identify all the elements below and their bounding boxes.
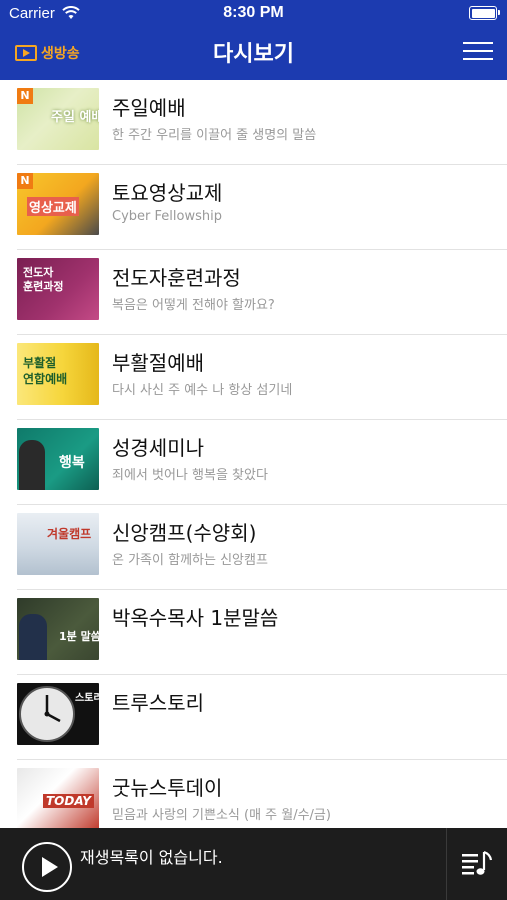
- thumbnail-sunday-worship: N 주일 예배: [17, 88, 99, 150]
- item-title: 박옥수목사 1분말씀: [112, 606, 279, 630]
- item-subtitle: 죄에서 벗어나 행복을 찾았다: [112, 468, 268, 483]
- thumbnail-bible-seminar: 행복: [17, 428, 99, 490]
- list-item-easter-worship[interactable]: 부활절 연합예배 부활절예배 다시 사신 주 예수 나 항상 섬기네: [0, 335, 507, 420]
- clock-icon: [19, 686, 75, 742]
- new-badge: N: [17, 173, 33, 189]
- item-subtitle: 복음은 어떻게 전해야 할까요?: [112, 298, 275, 313]
- thumbnail-good-news-today: TODAY: [17, 768, 99, 828]
- thumbnail-evangelist-training: 전도자 훈련과정: [17, 258, 99, 320]
- list-item-sunday-worship[interactable]: N 주일 예배 주일예배 한 주간 우리를 이끌어 줄 생명의 말씀: [0, 80, 507, 165]
- status-time: 8:30 PM: [223, 4, 284, 21]
- item-title: 토요영상교제: [112, 181, 223, 205]
- item-title: 신앙캠프(수양회): [112, 521, 257, 545]
- thumbnail-true-story: 스토리: [17, 683, 99, 745]
- item-title: 부활절예배: [112, 351, 204, 375]
- list-item-faith-camp[interactable]: 겨울캠프 신앙캠프(수양회) 온 가족이 함께하는 신앙캠프: [0, 505, 507, 590]
- speaker-portrait: [19, 440, 45, 490]
- bottom-player: 재생목록이 없습니다.: [0, 828, 507, 900]
- status-bar: Carrier 8:30 PM: [0, 0, 507, 28]
- thumbnail-faith-camp: 겨울캠프: [17, 513, 99, 575]
- item-subtitle: 온 가족이 함께하는 신앙캠프: [112, 553, 268, 568]
- thumbnail-one-minute-sermon: 1분 말씀: [17, 598, 99, 660]
- list-item-good-news-today[interactable]: TODAY 굿뉴스투데이 믿음과 사랑의 기쁜소식 (매 주 월/수/금): [0, 760, 507, 828]
- item-title: 성경세미나: [112, 436, 204, 460]
- thumbnail-saturday-fellowship: N 영상교제: [17, 173, 99, 235]
- item-title: 주일예배: [112, 96, 186, 120]
- replay-list: N 주일 예배 주일예배 한 주간 우리를 이끌어 줄 생명의 말씀 N 영상교…: [0, 80, 507, 828]
- battery-icon: [469, 6, 500, 20]
- list-item-one-minute-sermon[interactable]: 1분 말씀 박옥수목사 1분말씀: [0, 590, 507, 675]
- list-item-true-story[interactable]: 스토리 트루스토리: [0, 675, 507, 760]
- app-header: Carrier 8:30 PM 생방송 다시보기: [0, 0, 507, 80]
- item-subtitle: 다시 사신 주 예수 나 항상 섬기네: [112, 383, 293, 398]
- player-status-text: 재생목록이 없습니다.: [80, 848, 223, 867]
- item-subtitle: 한 주간 우리를 이끌어 줄 생명의 말씀: [112, 128, 317, 143]
- play-button[interactable]: [22, 842, 72, 892]
- speaker-portrait: [19, 614, 47, 660]
- thumbnail-easter-worship: 부활절 연합예배: [17, 343, 99, 405]
- item-title: 트루스토리: [112, 691, 204, 715]
- item-subtitle: Cyber Fellowship: [112, 209, 222, 224]
- list-item-evangelist-training[interactable]: 전도자 훈련과정 전도자훈련과정 복음은 어떻게 전해야 할까요?: [0, 250, 507, 335]
- hamburger-menu-button[interactable]: [463, 40, 493, 62]
- new-badge: N: [17, 88, 33, 104]
- item-title: 전도자훈련과정: [112, 266, 241, 290]
- list-item-bible-seminar[interactable]: 행복 성경세미나 죄에서 벗어나 행복을 찾았다: [0, 420, 507, 505]
- item-title: 굿뉴스투데이: [112, 776, 223, 800]
- list-item-saturday-fellowship[interactable]: N 영상교제 토요영상교제 Cyber Fellowship: [0, 165, 507, 250]
- page-title: 다시보기: [213, 42, 294, 67]
- playlist-icon[interactable]: [460, 850, 494, 878]
- item-subtitle: 믿음과 사랑의 기쁜소식 (매 주 월/수/금): [112, 808, 331, 823]
